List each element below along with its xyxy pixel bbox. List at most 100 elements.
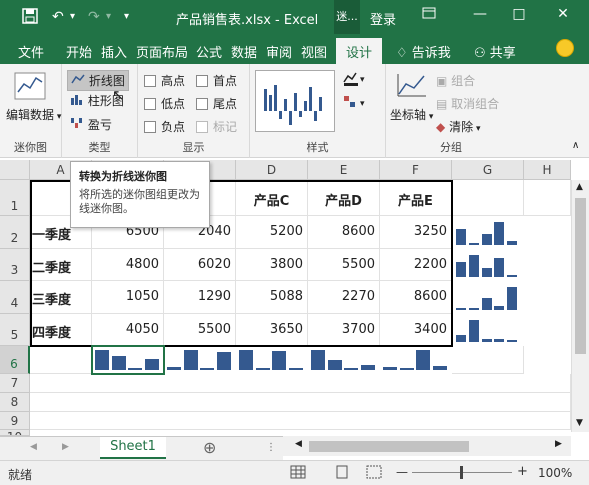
negative-point-checkbox[interactable]: 负点 xyxy=(144,118,185,135)
group-button[interactable]: ▣ 组合 xyxy=(436,72,475,89)
marker-color-button[interactable]: ▾ xyxy=(342,94,368,113)
close-button[interactable]: ✕ xyxy=(553,6,573,22)
column-header-g[interactable]: G xyxy=(452,160,524,180)
column-header-h[interactable]: H xyxy=(524,160,571,180)
ribbon-options-icon[interactable] xyxy=(419,6,439,24)
edit-data-button[interactable]: 编辑数据 ▾ xyxy=(6,106,61,123)
row-8-cells[interactable] xyxy=(30,393,571,412)
cell-d1[interactable]: 产品C xyxy=(236,180,308,216)
winloss-sparkline-button[interactable]: 盈亏 xyxy=(70,116,112,133)
tab-formulas[interactable]: 公式 xyxy=(196,42,222,61)
cell-g1[interactable] xyxy=(452,180,524,216)
tab-data[interactable]: 数据 xyxy=(231,42,257,61)
cell-e3[interactable]: 5500 xyxy=(308,249,380,281)
high-point-checkbox[interactable]: 高点 xyxy=(144,72,185,89)
select-all-corner[interactable] xyxy=(0,160,30,180)
cell-f5[interactable]: 3400 xyxy=(380,314,452,346)
row-header-9[interactable]: 9 xyxy=(0,412,30,430)
add-sheet-icon[interactable]: ⊕ xyxy=(203,438,216,457)
tab-review[interactable]: 审阅 xyxy=(266,42,292,61)
row-header-2[interactable]: 2 xyxy=(0,216,30,249)
tell-me-box[interactable]: ♢ 告诉我 xyxy=(396,42,451,61)
sparkline-color-button[interactable]: ▾ xyxy=(342,70,368,89)
cell-h1[interactable] xyxy=(524,180,571,216)
cell-e4[interactable]: 2270 xyxy=(308,281,380,314)
sheet-options-icon[interactable]: ⋮ xyxy=(266,442,276,453)
zoom-level[interactable]: 100% xyxy=(538,466,572,480)
first-point-checkbox[interactable]: 首点 xyxy=(196,72,237,89)
cell-f4[interactable]: 8600 xyxy=(380,281,452,314)
cell-f1[interactable]: 产品E xyxy=(380,180,452,216)
zoom-in-button[interactable]: + xyxy=(517,464,528,479)
share-button[interactable]: ⚇ 共享 xyxy=(474,42,516,61)
redo-dropdown-icon[interactable]: ▾ xyxy=(106,8,111,26)
tab-home[interactable]: 开始 xyxy=(66,42,92,61)
column-header-d[interactable]: D xyxy=(236,160,308,180)
markers-checkbox[interactable]: 标记 xyxy=(196,118,237,135)
row-header-3[interactable]: 3 xyxy=(0,249,30,281)
sheet-prev-icon[interactable]: ◀ xyxy=(30,442,37,452)
row-header-1[interactable]: 1 xyxy=(0,180,30,216)
tab-page-layout[interactable]: 页面布局 xyxy=(136,42,188,61)
row-7-cells[interactable] xyxy=(30,374,571,393)
cell-f2[interactable]: 3250 xyxy=(380,216,452,249)
redo-icon[interactable]: ↷ xyxy=(88,8,100,26)
vertical-scrollbar[interactable]: ▲ ▼ xyxy=(571,180,589,432)
cell-e5[interactable]: 3700 xyxy=(308,314,380,346)
cell-a6[interactable] xyxy=(30,346,92,374)
scroll-down-icon[interactable]: ▼ xyxy=(576,418,583,428)
cell-b3[interactable]: 4800 xyxy=(92,249,164,281)
horizontal-scrollbar[interactable]: ◀ ▶ xyxy=(283,436,571,456)
last-point-checkbox[interactable]: 尾点 xyxy=(196,95,237,112)
scroll-left-icon[interactable]: ◀ xyxy=(295,439,302,449)
undo-icon[interactable]: ↶ xyxy=(52,8,64,26)
minimize-button[interactable]: — xyxy=(470,6,490,22)
cell-a5[interactable]: 四季度 xyxy=(30,314,92,346)
page-break-view-icon[interactable] xyxy=(366,465,382,482)
edit-data-icon[interactable] xyxy=(14,72,46,103)
low-point-checkbox[interactable]: 低点 xyxy=(144,95,185,112)
row-header-7[interactable]: 7 xyxy=(0,374,30,393)
cell-f3[interactable]: 2200 xyxy=(380,249,452,281)
axis-button[interactable]: 坐标轴 ▾ xyxy=(390,106,433,123)
zoom-out-button[interactable]: — xyxy=(396,465,408,479)
customize-toolbar-icon[interactable]: ▾ xyxy=(124,8,129,26)
smiley-icon[interactable] xyxy=(556,39,574,57)
cell-d4[interactable]: 5088 xyxy=(236,281,308,314)
cell-d5[interactable]: 3650 xyxy=(236,314,308,346)
ungroup-button[interactable]: ▤ 取消组合 xyxy=(436,95,499,112)
vertical-scroll-thumb[interactable] xyxy=(575,198,586,354)
sparkline-tools-tab[interactable]: 迷... xyxy=(334,0,360,34)
clear-button[interactable]: ◆ 清除 ▾ xyxy=(436,118,480,135)
tab-design[interactable]: 设计 xyxy=(336,38,383,64)
scroll-right-icon[interactable]: ▶ xyxy=(555,439,562,449)
cell-c5[interactable]: 5500 xyxy=(164,314,236,346)
cell-d2[interactable]: 5200 xyxy=(236,216,308,249)
login-button[interactable]: 登录 xyxy=(370,9,396,28)
cell-b4[interactable]: 1050 xyxy=(92,281,164,314)
horizontal-scroll-thumb[interactable] xyxy=(309,441,469,452)
tab-view[interactable]: 视图 xyxy=(301,42,327,61)
row-header-8[interactable]: 8 xyxy=(0,393,30,412)
row-header-4[interactable]: 4 xyxy=(0,281,30,314)
cell-e1[interactable]: 产品D xyxy=(308,180,380,216)
maximize-button[interactable]: □ xyxy=(509,6,529,22)
cell-b5[interactable]: 4050 xyxy=(92,314,164,346)
row-header-6[interactable]: 6 xyxy=(0,346,30,374)
scroll-up-icon[interactable]: ▲ xyxy=(576,182,583,192)
save-icon[interactable] xyxy=(22,8,38,29)
sheet-next-icon[interactable]: ▶ xyxy=(62,442,69,452)
zoom-slider-thumb[interactable] xyxy=(460,466,463,479)
sparkline-style-gallery[interactable] xyxy=(255,70,335,132)
cell-d3[interactable]: 3800 xyxy=(236,249,308,281)
axis-icon[interactable] xyxy=(396,72,428,105)
undo-dropdown-icon[interactable]: ▾ xyxy=(70,8,75,26)
column-header-f[interactable]: F xyxy=(380,160,452,180)
tab-insert[interactable]: 插入 xyxy=(101,42,127,61)
cell-e2[interactable]: 8600 xyxy=(308,216,380,249)
cell-g6[interactable] xyxy=(452,346,524,374)
cell-c4[interactable]: 1290 xyxy=(164,281,236,314)
cell-c3[interactable]: 6020 xyxy=(164,249,236,281)
sheet-tab-sheet1[interactable]: Sheet1 xyxy=(100,437,166,459)
page-layout-view-icon[interactable] xyxy=(334,465,350,482)
